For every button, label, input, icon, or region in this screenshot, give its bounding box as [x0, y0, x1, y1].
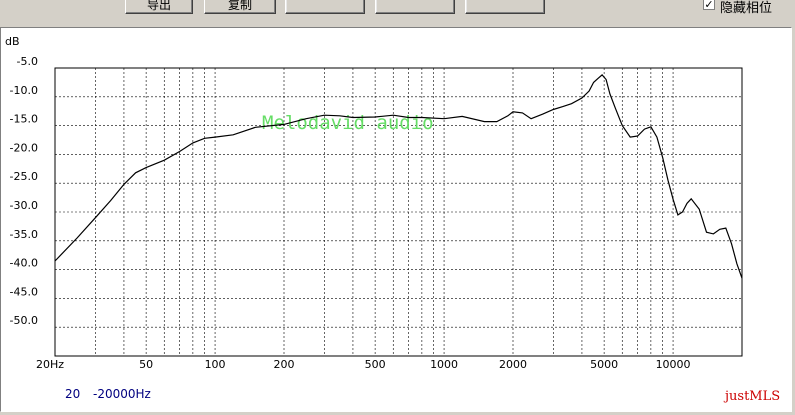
- x-tick-label: 20Hz: [36, 358, 64, 371]
- x-tick-label: 5000: [590, 358, 618, 371]
- y-axis-label: dB: [5, 35, 20, 48]
- frequency-response-chart: dB -5.0 -10.0 -15.0 -20.0 -25.0 -30.0 -35.0 -40…: [5, 35, 780, 404]
- x-tick-labels: 20Hz 50 100 200 500 1000 2000 5000 10000: [36, 358, 691, 371]
- brand-text: justMLS: [723, 389, 780, 404]
- y-tick-label: -10.0: [10, 84, 38, 97]
- y-tick-label: -15.0: [10, 113, 38, 126]
- response-curve: [54, 74, 743, 279]
- y-tick-label: -30.0: [10, 199, 38, 212]
- x-tick-label: 100: [205, 358, 226, 371]
- range-end-text: -20000Hz: [93, 387, 151, 401]
- x-tick-label: 50: [139, 358, 153, 371]
- y-tick-label: -5.0: [17, 55, 38, 68]
- x-tick-label: 2000: [499, 358, 527, 371]
- y-tick-label: -35.0: [10, 228, 38, 241]
- y-tick-labels: -5.0 -10.0 -15.0 -20.0 -25.0 -30.0 -35.0 -40.0 -…: [10, 55, 38, 327]
- x-tick-label: 10000: [656, 358, 691, 371]
- range-start-text: 20: [65, 387, 80, 401]
- x-tick-label: 1000: [430, 358, 458, 371]
- y-tick-label: -45.0: [10, 285, 38, 298]
- y-tick-label: -25.0: [10, 170, 38, 183]
- y-tick-label: -20.0: [10, 141, 38, 154]
- x-tick-label: 500: [365, 358, 386, 371]
- x-tick-label: 200: [274, 358, 295, 371]
- y-tick-label: -40.0: [10, 257, 38, 270]
- y-tick-label: -50.0: [10, 314, 38, 327]
